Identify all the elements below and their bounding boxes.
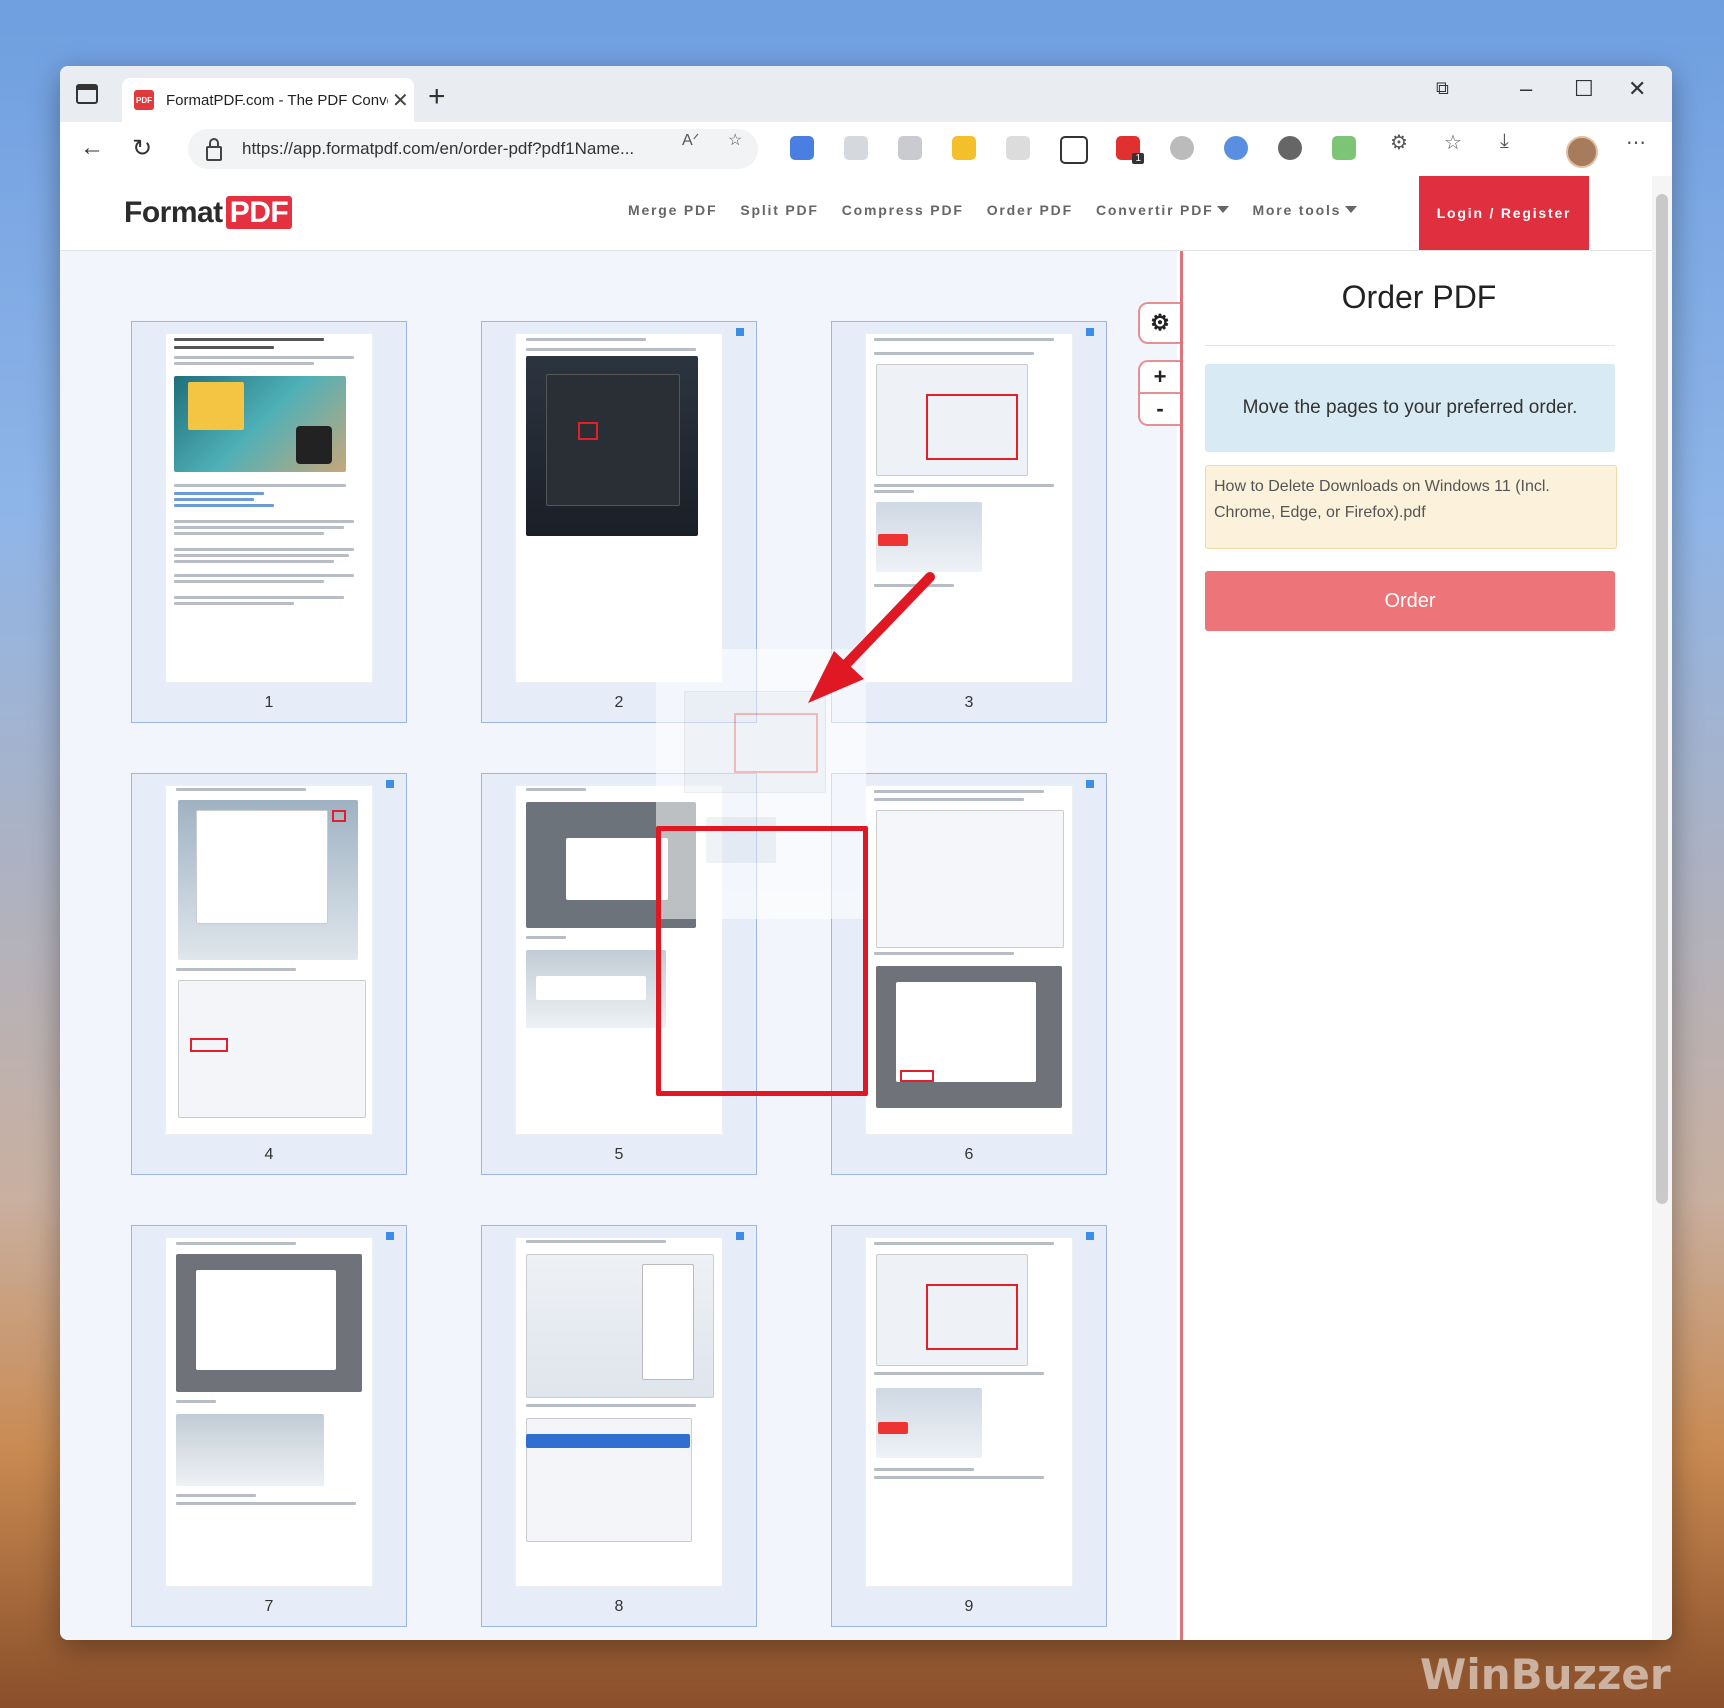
page-thumbnail[interactable]: 4 [131,773,407,1175]
extension-icon[interactable] [1278,136,1302,160]
read-aloud-icon[interactable]: Aᐟ [682,130,699,150]
sidebar-toggle-icon[interactable] [76,84,98,104]
page-number: 1 [264,694,274,711]
page-thumbnail[interactable]: 7 [131,1225,407,1627]
downloads-icon[interactable]: ⤓ [1500,130,1509,153]
logo[interactable]: Format PDF [124,196,293,230]
page-thumbnail[interactable]: 8 [481,1225,757,1627]
nav-compress-pdf[interactable]: Compress PDF [842,202,964,218]
chevron-down-icon [1217,206,1230,213]
maximize-icon[interactable]: ☐ [1574,76,1594,102]
page-grid: 1 2 3 4 5 6 7 8 9 [60,251,1177,1640]
logo-pdf: PDF [225,196,293,229]
nav-convertir-label: Convertir PDF [1095,202,1214,218]
extension-icon[interactable] [1170,136,1194,160]
main-nav: Merge PDF Split PDF Compress PDF Order P… [628,202,1380,218]
spellcheck-icon[interactable] [1332,136,1356,160]
page-badge [1086,780,1094,788]
url-text: https://app.formatpdf.com/en/order-pdf?p… [242,139,635,158]
favorites-icon[interactable]: ☆ [1444,130,1462,155]
page-badge [386,1232,394,1240]
page-number: 6 [964,1146,974,1163]
drag-arrow-icon [808,572,935,703]
extension-badge-icon[interactable]: 1 [1116,136,1144,164]
nav-more-tools[interactable]: More tools [1252,202,1358,218]
page-number: 9 [964,1598,974,1615]
extensions-icon[interactable]: ⚙ [1390,130,1408,155]
address-toolbar: ← ↻ https://app.formatpdf.com/en/order-p… [60,122,1672,177]
nav-split-pdf[interactable]: Split PDF [740,202,818,218]
browser-tab[interactable]: PDF FormatPDF.com - The PDF Conve ✕ [122,78,414,122]
page-number: 4 [264,1146,274,1163]
drag-highlight-frame [656,826,868,1096]
extension-icon[interactable] [1224,136,1248,160]
panel-title: Order PDF [1341,279,1497,315]
login-register-button[interactable]: Login / Register [1419,176,1589,250]
tab-strip: PDF FormatPDF.com - The PDF Conve ✕ + ⧉ … [60,66,1672,122]
extension-icon[interactable] [844,136,868,160]
page-preview [166,786,372,1134]
tab-title: FormatPDF.com - The PDF Conve [166,91,388,109]
pdf-favicon-icon: PDF [134,90,154,110]
workspaces-icon[interactable]: ⧉ [1436,78,1449,99]
new-tab-icon[interactable]: + [428,80,446,114]
avatar[interactable] [1566,136,1598,168]
more-icon[interactable]: ⋯ [1626,130,1646,155]
nav-convertir-pdf[interactable]: Convertir PDF [1096,202,1230,218]
extension-icon[interactable] [1006,136,1030,160]
page-badge [386,780,394,788]
badge-count: 1 [1132,153,1144,164]
extension-icon[interactable] [952,136,976,160]
lock-icon[interactable] [206,137,222,161]
nav-more-tools-label: More tools [1252,202,1342,218]
info-message: Move the pages to your preferred order. [1205,364,1615,452]
page-thumbnail[interactable]: 6 [831,773,1107,1175]
page-badge [736,328,744,336]
page-thumbnail[interactable]: 9 [831,1225,1107,1627]
link-icon[interactable] [1060,136,1088,164]
page-preview [866,1238,1072,1586]
page-preview [166,334,372,682]
page-number: 5 [614,1146,624,1163]
page-badge [1086,328,1094,336]
page-preview [516,1238,722,1586]
scrollbar[interactable] [1652,176,1672,1640]
address-bar[interactable]: https://app.formatpdf.com/en/order-pdf?p… [188,129,758,169]
watermark: WinBuzzer [1420,1650,1671,1699]
order-button[interactable]: Order [1205,571,1615,631]
nav-merge-pdf[interactable]: Merge PDF [628,202,717,218]
close-icon[interactable]: ✕ [392,88,409,113]
refresh-icon[interactable]: ↻ [132,134,152,163]
scroll-thumb[interactable] [1656,194,1668,1204]
divider [1205,345,1615,346]
zoom-out-button[interactable]: - [1138,392,1180,426]
page-preview [166,1238,372,1586]
order-panel: Order PDF Move the pages to your preferr… [1180,251,1655,1640]
gear-icon: ⚙ [1150,310,1170,335]
settings-button[interactable]: ⚙ [1138,302,1180,344]
page-badge [736,1232,744,1240]
window-close-icon[interactable]: ✕ [1628,76,1646,102]
chevron-down-icon [1345,206,1358,213]
back-icon[interactable]: ← [80,134,104,162]
logo-text: Format [124,196,223,229]
page-thumbnail[interactable]: 1 [131,321,407,723]
page-badge [1086,1232,1094,1240]
file-name-box: How to Delete Downloads on Windows 11 (I… [1205,465,1617,549]
add-favorite-icon[interactable]: ☆ [728,130,742,150]
page-preview [866,786,1072,1134]
translate-icon[interactable] [790,136,814,160]
browser-window: PDF FormatPDF.com - The PDF Conve ✕ + ⧉ … [60,66,1672,1640]
nav-order-pdf[interactable]: Order PDF [987,202,1073,218]
zoom-in-button[interactable]: + [1138,360,1180,394]
page-preview [516,334,722,682]
page-number: 8 [614,1598,624,1615]
extension-icon[interactable] [898,136,922,160]
minimize-icon[interactable]: – [1520,76,1532,102]
site-header: Format PDF Merge PDF Split PDF Compress P… [60,176,1652,251]
page-number: 7 [264,1598,274,1615]
